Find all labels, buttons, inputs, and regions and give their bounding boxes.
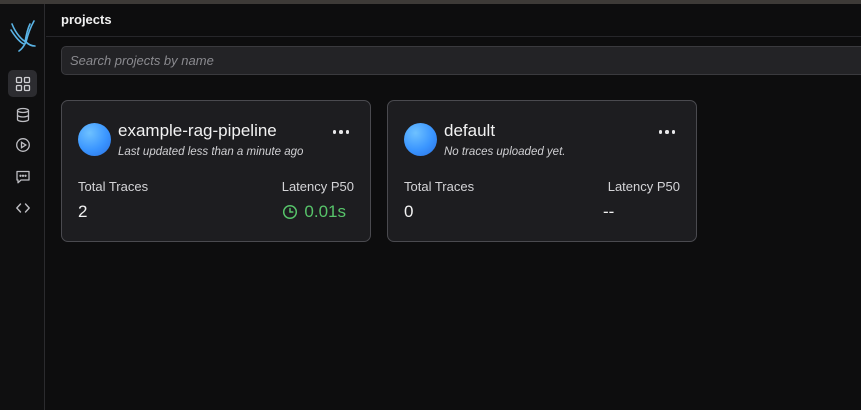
more-options-icon[interactable] — [656, 125, 678, 139]
latency-label: Latency P50 — [607, 179, 680, 194]
project-subtitle: Last updated less than a minute ago — [118, 146, 304, 158]
project-subtitle: No traces uploaded yet. — [444, 146, 566, 158]
project-avatar — [78, 123, 111, 156]
latency-value-wrap: 0.01s — [282, 202, 346, 222]
search-input[interactable] — [62, 47, 861, 74]
sidebar-item-datasets[interactable] — [8, 101, 37, 128]
sidebar-item-prompts[interactable] — [8, 163, 37, 190]
latency-value: 0.01s — [304, 202, 346, 221]
more-options-icon[interactable] — [330, 125, 352, 139]
sidebar-item-playground[interactable] — [8, 131, 37, 158]
code-icon — [15, 202, 30, 213]
grid-icon — [15, 76, 30, 91]
latency-label: Latency P50 — [281, 179, 354, 194]
clock-icon — [283, 204, 298, 220]
latency-value: -- — [603, 202, 615, 221]
project-name: example-rag-pipeline — [118, 121, 277, 140]
message-square-icon — [15, 170, 30, 183]
project-card[interactable]: default No traces uploaded yet. Total Tr… — [387, 100, 697, 242]
total-traces-value: 0 — [404, 202, 414, 221]
project-avatar — [404, 123, 437, 156]
total-traces-value: 2 — [78, 202, 88, 221]
search-bar — [61, 46, 861, 75]
project-card[interactable]: example-rag-pipeline Last updated less t… — [61, 100, 371, 242]
page-header: projects — [46, 4, 861, 37]
total-traces-label: Total Traces — [404, 179, 475, 194]
sidebar-item-projects[interactable] — [8, 70, 37, 97]
page-title: projects — [61, 12, 112, 27]
phoenix-logo-icon — [10, 20, 36, 52]
total-traces-label: Total Traces — [78, 179, 149, 194]
sidebar-item-apis[interactable] — [8, 194, 37, 221]
project-name: default — [444, 121, 496, 140]
database-icon — [16, 107, 29, 122]
play-circle-icon — [15, 137, 30, 152]
sidebar — [0, 4, 45, 410]
